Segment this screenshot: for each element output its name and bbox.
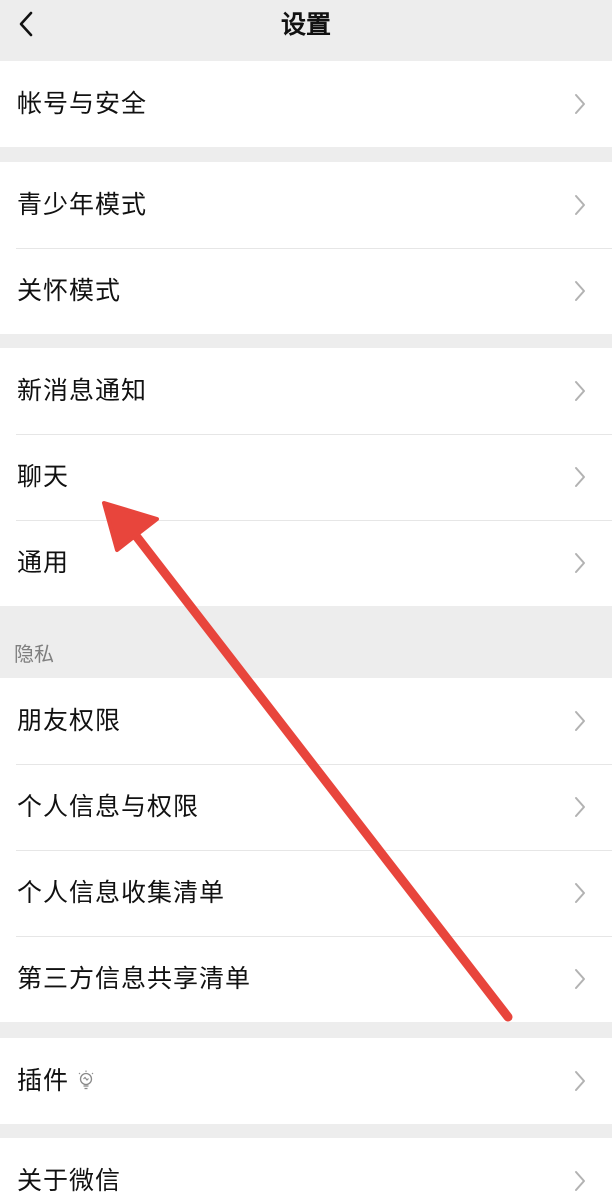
chevron-right-icon <box>575 797 585 817</box>
settings-item-personal-info-collection[interactable]: 个人信息收集清单 <box>0 850 612 936</box>
settings-item-about-wechat[interactable]: 关于微信 <box>0 1138 612 1202</box>
settings-item-account-security[interactable]: 帐号与安全 <box>0 61 612 147</box>
section-header-privacy: 隐私 <box>14 642 54 666</box>
settings-item-teen-mode[interactable]: 青少年模式 <box>0 162 612 248</box>
settings-item-label: 新消息通知 <box>17 376 148 405</box>
settings-item-label: 聊天 <box>17 462 70 491</box>
page-title: 设置 <box>280 10 331 39</box>
settings-item-general[interactable]: 通用 <box>0 520 612 606</box>
settings-item-label: 个人信息收集清单 <box>17 878 226 907</box>
settings-item-label: 青少年模式 <box>17 190 148 219</box>
settings-item-notifications[interactable]: 新消息通知 <box>0 348 612 434</box>
settings-item-label: 朋友权限 <box>17 706 122 735</box>
chevron-right-icon <box>575 467 585 487</box>
settings-item-friend-permissions[interactable]: 朋友权限 <box>0 678 612 764</box>
settings-screen: 设置 帐号与安全 青少年模式 关怀模式 新消息通知 聊天 通用 隐私 朋友权限 … <box>0 0 612 1202</box>
settings-item-label: 关于微信 <box>17 1166 122 1195</box>
chevron-right-icon <box>575 381 585 401</box>
settings-item-label: 个人信息与权限 <box>17 792 200 821</box>
lightbulb-icon <box>78 1070 94 1090</box>
settings-item-plugins[interactable]: 插件 <box>0 1038 612 1124</box>
settings-group-modes: 青少年模式 关怀模式 <box>0 162 612 334</box>
settings-group-plugins: 插件 <box>0 1038 612 1124</box>
settings-item-care-mode[interactable]: 关怀模式 <box>0 248 612 334</box>
settings-item-personal-info-permissions[interactable]: 个人信息与权限 <box>0 764 612 850</box>
settings-item-label: 第三方信息共享清单 <box>17 964 252 993</box>
chevron-right-icon <box>575 1171 585 1191</box>
settings-item-label: 插件 <box>17 1066 70 1095</box>
chevron-right-icon <box>575 1071 585 1091</box>
settings-item-third-party-sharing[interactable]: 第三方信息共享清单 <box>0 936 612 1022</box>
settings-group-about: 关于微信 <box>0 1138 612 1202</box>
chevron-right-icon <box>575 281 585 301</box>
chevron-right-icon <box>575 94 585 114</box>
settings-item-label: 关怀模式 <box>17 276 122 305</box>
chevron-right-icon <box>575 883 585 903</box>
chevron-right-icon <box>575 711 585 731</box>
settings-group-privacy: 朋友权限 个人信息与权限 个人信息收集清单 第三方信息共享清单 <box>0 678 612 1022</box>
settings-item-chat[interactable]: 聊天 <box>0 434 612 520</box>
chevron-right-icon <box>575 969 585 989</box>
settings-group-account: 帐号与安全 <box>0 61 612 147</box>
settings-item-label: 帐号与安全 <box>17 89 148 118</box>
settings-group-general: 新消息通知 聊天 通用 <box>0 348 612 606</box>
chevron-right-icon <box>575 195 585 215</box>
chevron-right-icon <box>575 553 585 573</box>
settings-item-label: 通用 <box>17 548 70 577</box>
navigation-bar: 设置 <box>0 0 612 60</box>
